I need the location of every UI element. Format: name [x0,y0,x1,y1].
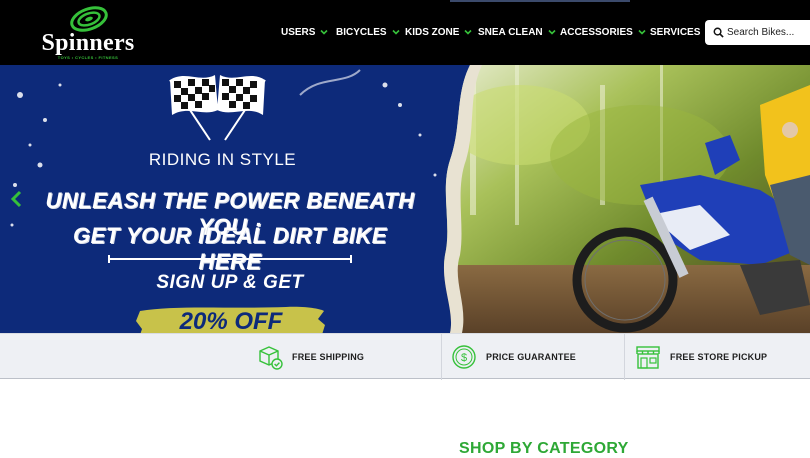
feature-label: FREE SHIPPING [292,352,365,362]
nav-item-label: USERS [281,26,316,38]
nav-item-label: SERVICES [650,26,701,38]
hero-headline-line2: GET YOUR IDEAL DIRT BIKE HERE [73,223,387,274]
chevron-down-icon [638,29,646,35]
storefront-icon [636,346,660,369]
search-box[interactable] [705,20,810,45]
feature-divider [624,334,625,380]
hero-offer-text: 20% OFF [179,308,283,333]
search-icon [713,27,724,38]
nav-item-label: ACCESSORIES [560,26,633,38]
nav-item-services[interactable]: SERVICES [650,25,700,39]
feature-free-store-pickup: FREE STORE PICKUP [634,334,767,380]
hero-banner[interactable]: RIDING IN STYLE UNLEASH THE POWER BENEAT… [0,65,810,333]
top-navigation-bar: Spinners TOYS • CYCLES • FITNESS USERS B… [0,0,810,65]
chevron-down-icon [320,29,329,35]
nav-item-accessories[interactable]: ACCESSORIES [560,25,646,39]
features-strip: FREE SHIPPING $ PRICE GUARANTEE FREE STO… [0,333,810,380]
svg-text:$: $ [461,352,467,364]
nav-item-bicycles[interactable]: BICYCLES [336,25,400,39]
feature-price-guarantee: $ PRICE GUARANTEE [450,334,576,380]
chevron-down-icon [464,29,473,35]
search-input[interactable] [727,27,810,38]
chevron-down-icon [391,29,400,35]
chevron-left-icon[interactable] [8,190,26,208]
feature-label: FREE STORE PICKUP [670,352,768,362]
section-title-shop-by-category: SHOP BY CATEGORY [459,440,629,457]
nav-item-users[interactable]: USERS [281,25,329,39]
feature-divider [441,334,442,380]
top-accent-line [450,0,630,2]
nav-item-snea-clean[interactable]: SNEA CLEAN [478,25,556,39]
nav-item-label: BICYCLES [336,26,387,38]
nav-item-kids-zone[interactable]: KIDS ZONE [405,25,473,39]
hero-kicker: RIDING IN STYLE [148,150,297,169]
nav-item-label: KIDS ZONE [405,26,460,38]
nav-item-label: SNEA CLEAN [478,26,543,38]
hero-signup-text: SIGN UP & GET [156,272,304,293]
hero-divider [108,255,352,263]
package-check-icon [259,346,283,370]
chevron-down-icon [548,29,556,35]
logo-brand-name: Spinners [41,30,135,56]
dollar-coin-icon: $ [452,345,476,369]
site-logo[interactable]: Spinners TOYS • CYCLES • FITNESS [34,6,142,60]
feature-label: PRICE GUARANTEE [486,352,577,362]
logo-tagline: TOYS • CYCLES • FITNESS [57,55,119,60]
feature-free-shipping: FREE SHIPPING [256,334,364,380]
